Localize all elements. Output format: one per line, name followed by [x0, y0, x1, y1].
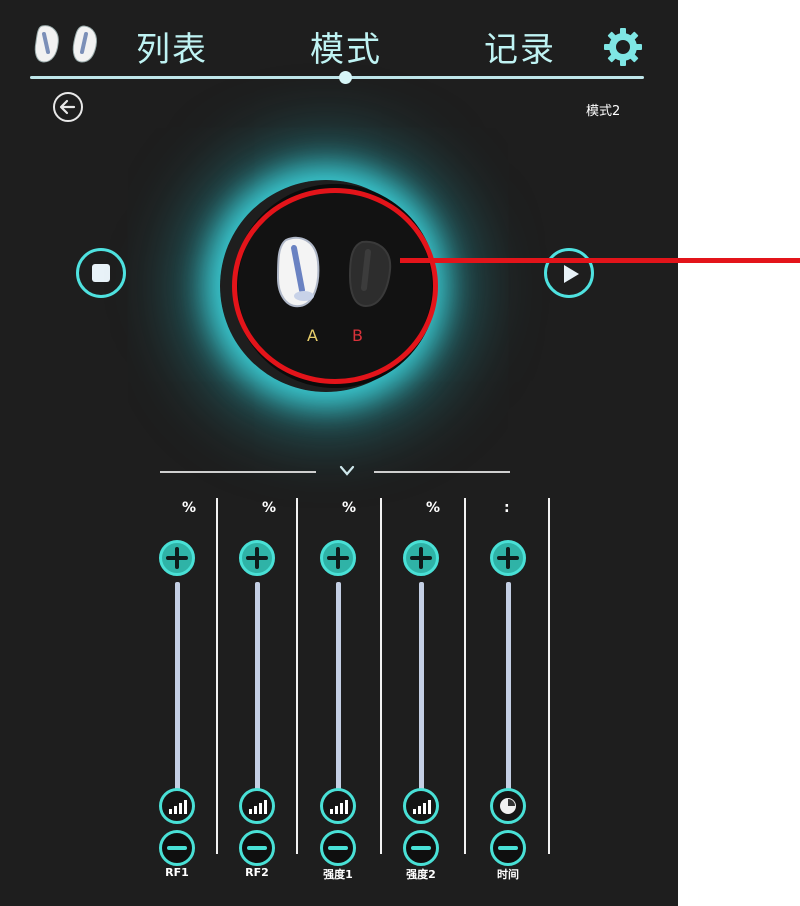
- increase-button[interactable]: [239, 540, 275, 576]
- column-separator: [296, 498, 298, 854]
- signal-bars-icon: [413, 800, 431, 814]
- decrease-button[interactable]: [320, 830, 356, 866]
- plus-icon: [497, 547, 519, 569]
- earbuds-logo-icon[interactable]: [32, 22, 102, 66]
- signal-bars-icon: [330, 800, 348, 814]
- slider-label: RF2: [245, 866, 269, 879]
- slider-track[interactable]: [175, 582, 180, 792]
- slider-label: RF1: [165, 866, 189, 879]
- tab-mode[interactable]: 模式: [310, 22, 382, 71]
- column-separator: [216, 498, 218, 854]
- slider-track[interactable]: [336, 582, 341, 792]
- back-button[interactable]: [53, 92, 83, 122]
- arrow-left-icon: [59, 99, 76, 115]
- minus-icon: [247, 846, 267, 850]
- tab-list[interactable]: 列表: [136, 22, 208, 71]
- slider-unit-label: %: [262, 500, 277, 516]
- minus-icon: [411, 846, 431, 850]
- column-separator: [548, 498, 550, 854]
- slider-knob[interactable]: [403, 788, 439, 824]
- plus-icon: [327, 547, 349, 569]
- decrease-button[interactable]: [239, 830, 275, 866]
- signal-bars-icon: [249, 800, 267, 814]
- slider-label: 时间: [497, 868, 519, 881]
- decrease-button[interactable]: [403, 830, 439, 866]
- timer-knob[interactable]: [490, 788, 526, 824]
- mode-name-label: 模式2: [586, 104, 621, 119]
- minus-icon: [328, 846, 348, 850]
- slider-knob[interactable]: [239, 788, 275, 824]
- slider-track[interactable]: [506, 582, 511, 792]
- tab-records[interactable]: 记录: [484, 22, 556, 71]
- column-separator: [464, 498, 466, 854]
- slider-unit-label: :: [504, 500, 510, 516]
- slider-knob[interactable]: [159, 788, 195, 824]
- gear-icon[interactable]: [602, 26, 644, 68]
- stop-button[interactable]: [76, 248, 126, 298]
- minus-icon: [498, 846, 518, 850]
- plus-icon: [246, 547, 268, 569]
- play-icon: [564, 265, 579, 283]
- highlight-ring: [232, 188, 438, 384]
- plus-icon: [166, 547, 188, 569]
- tab-indicator-dot: [339, 71, 352, 84]
- slider-track[interactable]: [255, 582, 260, 792]
- slider-unit-label: %: [426, 500, 441, 516]
- increase-button[interactable]: [403, 540, 439, 576]
- play-button[interactable]: [544, 248, 594, 298]
- tab-indicator-track: [30, 76, 644, 79]
- increase-button[interactable]: [490, 540, 526, 576]
- decrease-button[interactable]: [159, 830, 195, 866]
- increase-button[interactable]: [320, 540, 356, 576]
- increase-button[interactable]: [159, 540, 195, 576]
- column-separator: [380, 498, 382, 854]
- slider-track[interactable]: [419, 582, 424, 792]
- divider-left: [160, 471, 316, 473]
- slider-label: 强度1: [323, 868, 353, 881]
- slider-label: 强度2: [406, 868, 436, 881]
- minus-icon: [167, 846, 187, 850]
- slider-knob[interactable]: [320, 788, 356, 824]
- slider-unit-label: %: [182, 500, 197, 516]
- chevron-down-icon[interactable]: [338, 464, 356, 478]
- signal-bars-icon: [169, 800, 187, 814]
- plus-icon: [410, 547, 432, 569]
- clock-icon: [500, 798, 516, 814]
- app-screen: 列表 模式 记录 模式2 A B % RF1 % RF2 % 强度1 % 强度2…: [0, 0, 678, 906]
- decrease-button[interactable]: [490, 830, 526, 866]
- stop-icon: [92, 264, 110, 282]
- highlight-callout-line: [400, 258, 800, 263]
- divider-right: [374, 471, 510, 473]
- slider-unit-label: %: [342, 500, 357, 516]
